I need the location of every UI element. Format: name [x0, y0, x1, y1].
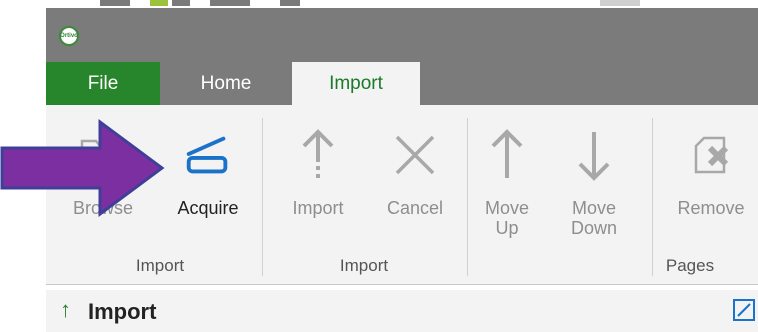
tab-file[interactable]: File	[46, 62, 160, 105]
close-icon	[388, 128, 442, 182]
move-down-label: Move Down	[570, 198, 618, 238]
remove-label: Remove	[677, 198, 745, 218]
arrow-up-icon	[480, 128, 534, 182]
move-up-label: Move Up	[484, 198, 529, 238]
tab-home[interactable]: Home	[160, 62, 292, 105]
import-label: Import	[292, 198, 344, 218]
background-window-strip	[0, 0, 758, 8]
button-separator	[652, 118, 653, 276]
ribbon-divider	[46, 284, 758, 285]
group-label-import-2: Import	[339, 256, 389, 275]
group-label-import: Import	[135, 256, 185, 275]
edit-image-icon[interactable]	[730, 296, 758, 324]
remove-page-icon	[684, 128, 738, 182]
group-separator	[262, 118, 263, 276]
pane-title: Import	[88, 299, 157, 324]
scanner-icon	[181, 128, 235, 182]
acquire-button[interactable]: Acquire	[163, 128, 253, 218]
title-bar	[46, 8, 758, 62]
tab-file-label: File	[87, 72, 119, 94]
app-logo[interactable]: Ortivo	[59, 26, 79, 46]
group-separator	[467, 118, 468, 276]
acquire-label: Acquire	[177, 198, 239, 218]
import-button[interactable]: Import	[277, 128, 359, 218]
arrow-up-icon: ↑	[60, 297, 71, 322]
callout-arrow	[0, 119, 165, 217]
cancel-label: Cancel	[386, 198, 444, 218]
arrow-up-dashed-icon	[291, 128, 345, 182]
move-up-button[interactable]: Move Up	[475, 128, 539, 238]
tab-import[interactable]: Import	[292, 62, 420, 105]
app-logo-text: Ortivo	[60, 33, 78, 39]
move-down-button[interactable]: Move Down	[562, 128, 626, 238]
group-label-pages: Pages	[665, 256, 715, 275]
cancel-button[interactable]: Cancel	[373, 128, 457, 218]
tab-import-label: Import	[329, 72, 383, 94]
remove-button[interactable]: Remove	[664, 128, 758, 218]
arrow-down-icon	[567, 128, 621, 182]
tab-home-label: Home	[200, 72, 252, 94]
